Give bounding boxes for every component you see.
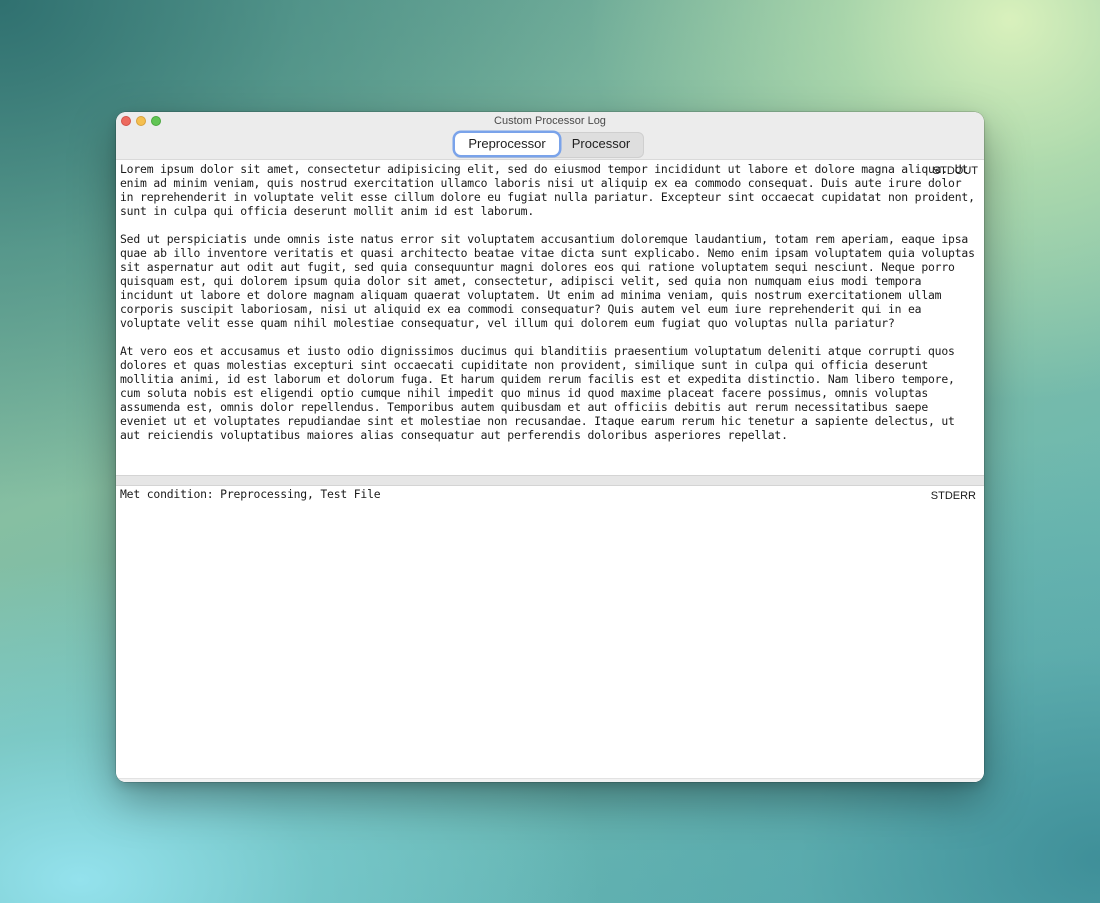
- log-window: Custom Processor Log Preprocessor Proces…: [116, 112, 984, 782]
- stderr-pane[interactable]: Met condition: Preprocessing, Test File …: [116, 486, 984, 782]
- stdout-pane[interactable]: Lorem ipsum dolor sit amet, consectetur …: [116, 160, 984, 475]
- tab-bar: Preprocessor Processor: [454, 132, 644, 158]
- stdout-text: Lorem ipsum dolor sit amet, consectetur …: [120, 162, 975, 442]
- tab-processor[interactable]: Processor: [559, 133, 643, 155]
- title-bar: Custom Processor Log Preprocessor Proces…: [116, 112, 984, 160]
- stderr-text: Met condition: Preprocessing, Test File: [120, 487, 381, 501]
- stderr-label: STDERR: [930, 490, 976, 502]
- window-title: Custom Processor Log: [494, 115, 606, 127]
- tab-preprocessor[interactable]: Preprocessor: [455, 133, 559, 155]
- stdout-label: STDOUT: [932, 165, 978, 177]
- split-view-divider[interactable]: [116, 475, 984, 486]
- window-bottom-edge: [116, 778, 984, 782]
